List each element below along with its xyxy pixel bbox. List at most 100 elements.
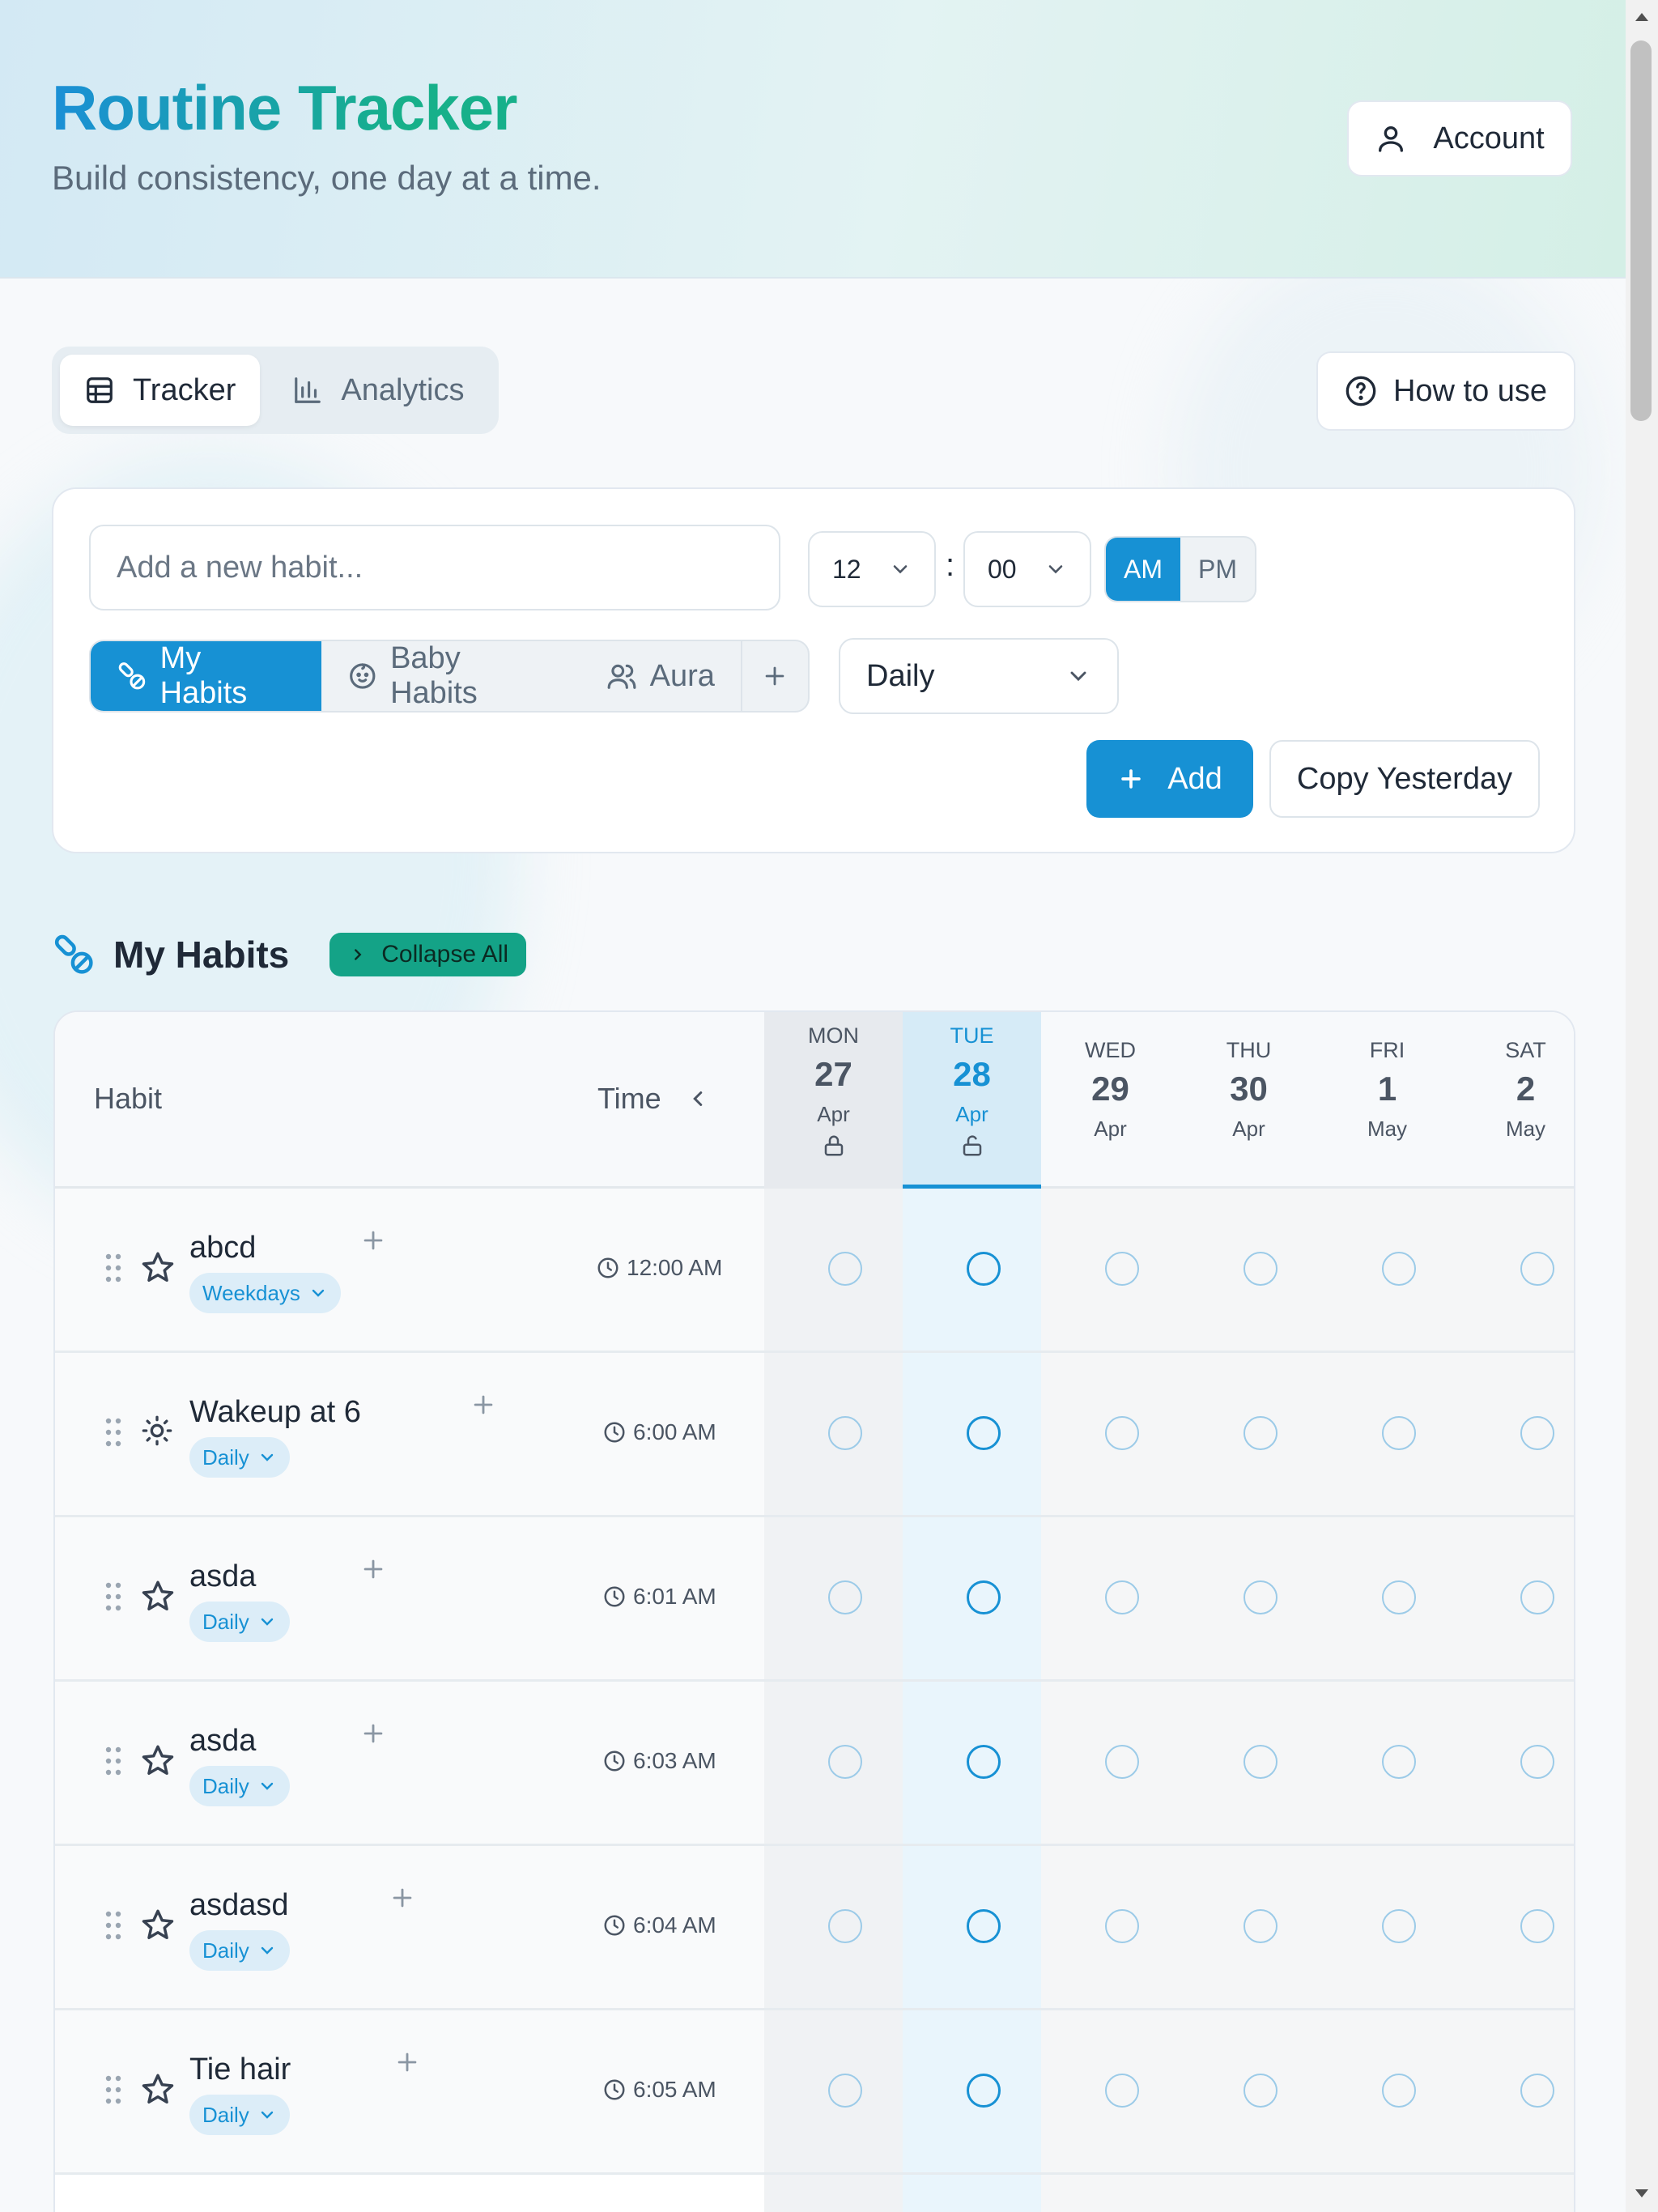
habit-check-circle[interactable] xyxy=(828,1252,862,1286)
am-button[interactable]: AM xyxy=(1106,538,1180,601)
scroll-up-arrow-icon[interactable] xyxy=(1630,6,1653,28)
star-icon[interactable] xyxy=(141,1579,175,1613)
habit-check-circle[interactable] xyxy=(828,1909,862,1943)
frequency-badge[interactable]: Daily xyxy=(189,1930,290,1971)
habit-time[interactable]: 12:00 AM xyxy=(596,1255,722,1281)
hour-select[interactable]: 12 xyxy=(808,531,936,607)
habit-check-circle[interactable] xyxy=(967,1745,1001,1779)
habit-time[interactable]: 6:05 AM xyxy=(602,2077,716,2103)
habit-check-circle[interactable] xyxy=(828,1745,862,1779)
scroll-down-arrow-icon[interactable] xyxy=(1630,2183,1653,2204)
add-subtask-button[interactable] xyxy=(470,1390,497,1427)
frequency-select[interactable]: Daily xyxy=(839,638,1119,714)
add-subtask-button[interactable] xyxy=(393,2048,421,2084)
day-month: May xyxy=(1505,1117,1546,1141)
habit-name[interactable]: asdasd xyxy=(189,1888,289,1923)
habit-check-circle[interactable] xyxy=(967,1580,1001,1614)
frequency-badge[interactable]: Daily xyxy=(189,1437,290,1478)
habit-time[interactable]: 6:01 AM xyxy=(602,1584,716,1610)
habit-name[interactable]: Tie hair xyxy=(189,2052,291,2087)
drag-handle-icon[interactable] xyxy=(104,1745,123,1777)
habit-check-circle[interactable] xyxy=(1382,1909,1416,1943)
drag-handle-icon[interactable] xyxy=(104,2074,123,2106)
frequency-badge[interactable]: Weekdays xyxy=(189,1273,341,1313)
habit-check-circle[interactable] xyxy=(1244,2074,1278,2108)
frequency-badge[interactable]: Daily xyxy=(189,1766,290,1806)
habit-check-circle[interactable] xyxy=(1105,1909,1139,1943)
star-icon[interactable] xyxy=(141,2072,175,2106)
habit-check-circle[interactable] xyxy=(828,2074,862,2108)
habit-check-circle[interactable] xyxy=(1105,1416,1139,1450)
habit-check-circle[interactable] xyxy=(967,1909,1001,1943)
copy-yesterday-button[interactable]: Copy Yesterday xyxy=(1269,740,1540,818)
add-habit-button[interactable]: Add xyxy=(1086,740,1253,818)
tab-tracker[interactable]: Tracker xyxy=(60,355,261,426)
category-tab-baby-habits[interactable]: Baby Habits xyxy=(321,641,580,711)
habit-time[interactable]: 6:04 AM xyxy=(602,1912,716,1938)
add-subtask-button[interactable] xyxy=(359,1719,387,1755)
habit-name[interactable]: Wakeup at 6 xyxy=(189,1395,361,1430)
habit-name[interactable]: asda xyxy=(189,1559,256,1594)
habit-check-circle[interactable] xyxy=(1520,1580,1554,1614)
drag-handle-icon[interactable] xyxy=(104,1416,123,1448)
star-icon[interactable] xyxy=(141,1250,175,1284)
scrollbar-thumb[interactable] xyxy=(1630,40,1652,421)
category-tab-aura[interactable]: Aura xyxy=(580,641,741,711)
habit-check-circle[interactable] xyxy=(1520,2074,1554,2108)
star-icon[interactable] xyxy=(141,1743,175,1777)
habit-check-circle[interactable] xyxy=(1105,1252,1139,1286)
collapse-all-button[interactable]: Collapse All xyxy=(329,933,527,976)
habit-name[interactable]: abcd xyxy=(189,1231,256,1266)
minute-value: 00 xyxy=(988,554,1017,584)
habit-check-circle[interactable] xyxy=(967,1252,1001,1286)
habit-time[interactable]: 6:03 AM xyxy=(602,1748,716,1774)
habit-check-circle[interactable] xyxy=(1382,1580,1416,1614)
habit-time[interactable]: 6:00 AM xyxy=(602,1419,716,1445)
habit-check-circle[interactable] xyxy=(1244,1580,1278,1614)
drag-handle-icon[interactable] xyxy=(104,1909,123,1942)
add-category-button[interactable] xyxy=(740,641,808,711)
tab-analytics[interactable]: Analytics xyxy=(268,355,488,426)
habit-check-circle[interactable] xyxy=(1244,1745,1278,1779)
drag-handle-icon[interactable] xyxy=(104,1580,123,1613)
habit-check-circle[interactable] xyxy=(1105,2074,1139,2108)
frequency-badge[interactable]: Daily xyxy=(189,2095,290,2135)
minute-select[interactable]: 00 xyxy=(963,531,1091,607)
add-subtask-button[interactable] xyxy=(359,1555,387,1591)
habit-check-circle[interactable] xyxy=(1382,1416,1416,1450)
habit-check-circle[interactable] xyxy=(1244,1909,1278,1943)
habit-check-circle[interactable] xyxy=(828,1416,862,1450)
unlock-icon[interactable] xyxy=(960,1134,984,1158)
habit-check-circle[interactable] xyxy=(1520,1909,1554,1943)
habit-check-circle[interactable] xyxy=(1105,1745,1139,1779)
pm-button[interactable]: PM xyxy=(1180,538,1255,601)
category-tab-my-habits[interactable]: My Habits xyxy=(91,641,321,711)
page: Routine Tracker Build consistency, one d… xyxy=(0,0,1626,2212)
drag-handle-icon[interactable] xyxy=(104,1252,123,1284)
habit-check-circle[interactable] xyxy=(1520,1745,1554,1779)
habit-check-circle[interactable] xyxy=(967,1416,1001,1450)
add-subtask-button[interactable] xyxy=(389,1883,416,1920)
how-to-use-button[interactable]: How to use xyxy=(1316,351,1575,431)
new-habit-input[interactable] xyxy=(89,525,780,610)
habit-check-circle[interactable] xyxy=(1244,1416,1278,1450)
star-icon[interactable] xyxy=(141,1908,175,1942)
account-button[interactable]: Account xyxy=(1347,100,1572,177)
habit-check-circle[interactable] xyxy=(1520,1252,1554,1286)
sun-icon[interactable] xyxy=(141,1414,173,1447)
chevron-down-icon xyxy=(261,1946,273,1955)
habit-check-circle[interactable] xyxy=(1244,1252,1278,1286)
habit-check-circle[interactable] xyxy=(1520,1416,1554,1450)
habit-check-circle[interactable] xyxy=(1382,1252,1416,1286)
habit-check-circle[interactable] xyxy=(1105,1580,1139,1614)
habit-check-circle[interactable] xyxy=(1382,2074,1416,2108)
frequency-badge[interactable]: Daily xyxy=(189,1602,290,1642)
table-header: Habit Time MON 27 Apr TUE 28 Apr WED 29 Apr THU 30… xyxy=(55,1012,1574,1189)
habit-check-circle[interactable] xyxy=(967,2074,1001,2108)
add-subtask-button[interactable] xyxy=(359,1226,387,1262)
habit-name[interactable]: asda xyxy=(189,1724,256,1759)
chevron-left-icon[interactable] xyxy=(686,1087,710,1111)
habit-check-circle[interactable] xyxy=(828,1580,862,1614)
habit-check-circle[interactable] xyxy=(1382,1745,1416,1779)
lock-icon[interactable] xyxy=(822,1134,846,1158)
